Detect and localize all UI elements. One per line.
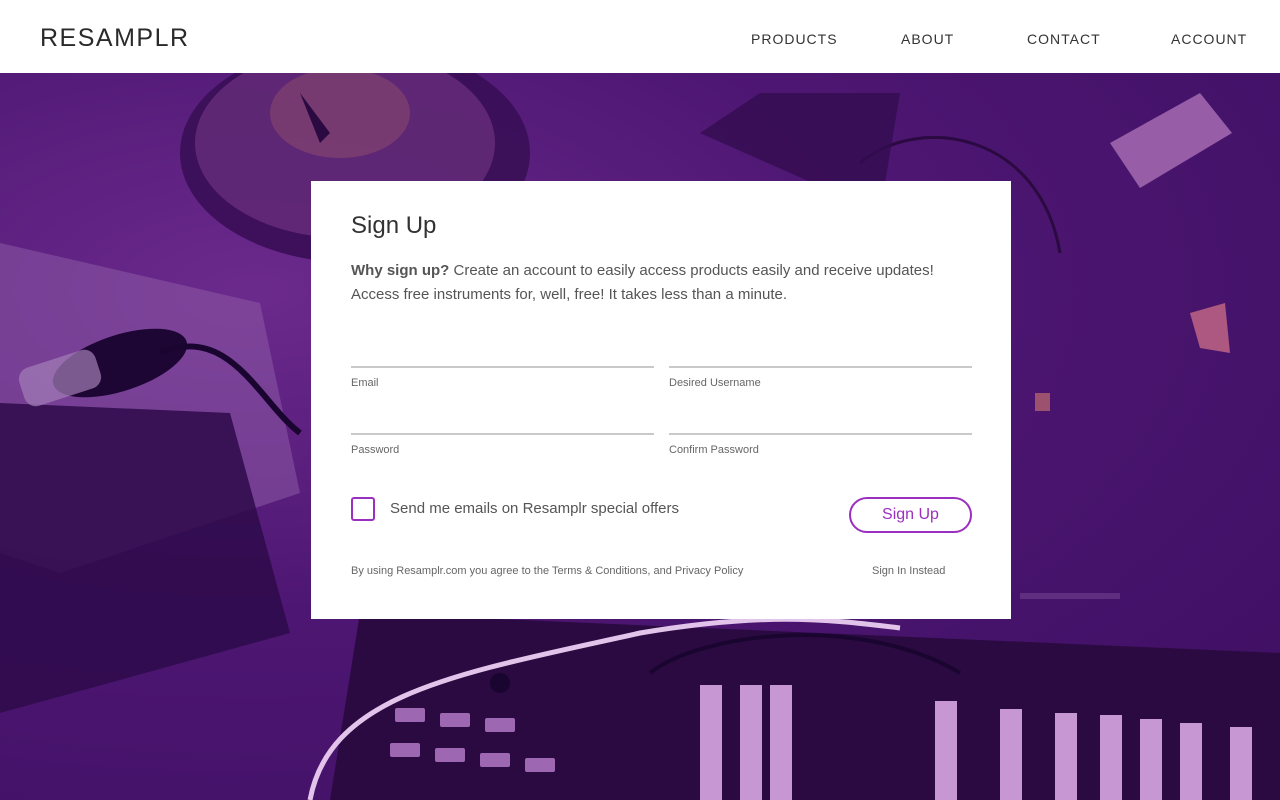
intro-bold: Why sign up? xyxy=(351,262,450,279)
form-intro: Why sign up? Create an account to easily… xyxy=(351,259,971,307)
nav-products[interactable]: PRODUCTS xyxy=(751,31,838,47)
password-label: Password xyxy=(351,444,400,456)
privacy-link[interactable]: Privacy Policy xyxy=(675,565,743,577)
email-underline xyxy=(351,366,654,368)
offers-checkbox[interactable] xyxy=(351,497,375,521)
terms-notice: By using Resamplr.com you agree to the T… xyxy=(351,565,743,577)
signup-card: Sign Up Why sign up? Create an account t… xyxy=(311,181,1011,619)
nav-account[interactable]: ACCOUNT xyxy=(1171,31,1247,47)
offers-checkbox-label[interactable]: Send me emails on Resamplr special offer… xyxy=(390,500,679,517)
terms-mid: , and xyxy=(647,565,675,577)
confirm-password-label: Confirm Password xyxy=(669,444,759,456)
top-navbar: RESAMPLR PRODUCTS ABOUT CONTACT ACCOUNT xyxy=(0,0,1280,73)
username-input[interactable] xyxy=(669,340,972,366)
site-logo[interactable]: RESAMPLR xyxy=(40,24,190,53)
email-label: Email xyxy=(351,377,379,389)
password-field-group: Password xyxy=(351,407,654,456)
confirm-password-input[interactable] xyxy=(669,407,972,433)
confirm-password-underline xyxy=(669,433,972,435)
username-field-group: Desired Username xyxy=(669,340,972,389)
terms-link[interactable]: Terms & Conditions xyxy=(552,565,647,577)
username-label: Desired Username xyxy=(669,377,761,389)
password-input[interactable] xyxy=(351,407,654,433)
password-underline xyxy=(351,433,654,435)
nav-about[interactable]: ABOUT xyxy=(901,31,954,47)
nav-contact[interactable]: CONTACT xyxy=(1027,31,1101,47)
username-underline xyxy=(669,366,972,368)
email-field-group: Email xyxy=(351,340,654,389)
email-input[interactable] xyxy=(351,340,654,366)
form-title: Sign Up xyxy=(351,212,437,239)
confirm-password-field-group: Confirm Password xyxy=(669,407,972,456)
terms-prefix: By using Resamplr.com you agree to the xyxy=(351,565,552,577)
sign-in-instead-link[interactable]: Sign In Instead xyxy=(872,565,945,577)
sign-up-button[interactable]: Sign Up xyxy=(849,497,972,533)
